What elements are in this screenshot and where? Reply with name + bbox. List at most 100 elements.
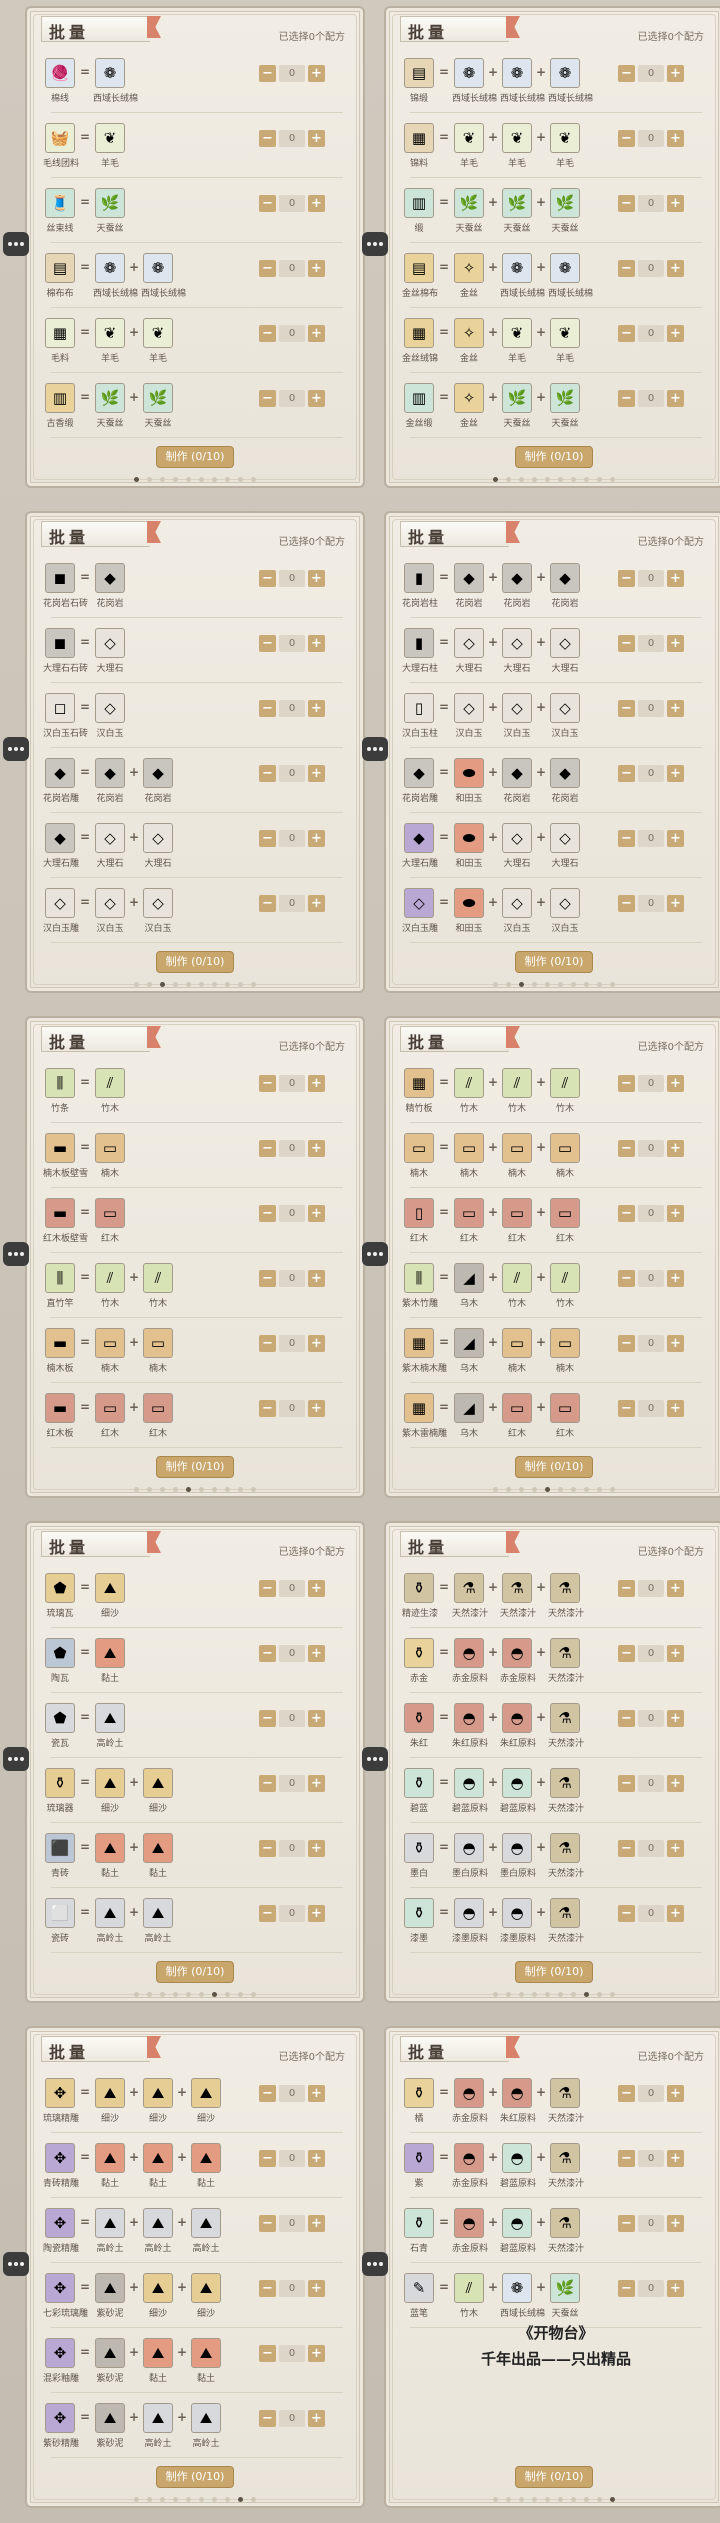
page-dot[interactable] — [558, 2497, 563, 2502]
recipe-row[interactable]: ▯ 汉白玉柱 = ◇ 汉白玉 + ◇ 汉白玉 + ◇ 汉白玉 −0 + — [402, 685, 708, 750]
input-item[interactable]: ◓ 漆墨原料 — [452, 1898, 488, 1944]
page-dot[interactable] — [238, 1992, 243, 1997]
input-item[interactable]: ◇ 汉白玉 — [452, 693, 486, 739]
minus-button[interactable]: − — [618, 1204, 635, 1222]
page-dot[interactable] — [571, 1992, 576, 1997]
recipe-row[interactable]: ▤ 锦缎 = ❁ 西域长绒棉 + ❁ 西域长绒棉 + ❁ 西域长绒棉 −0 + — [402, 50, 708, 115]
page-dot[interactable] — [584, 1992, 589, 1997]
recipe-row[interactable]: 🧵 丝束线 = 🌿 天蚕丝 −0 + — [43, 180, 349, 245]
make-button[interactable]: 制作 (0/10) — [156, 1961, 234, 1983]
recipe-row[interactable]: ▤ 棉布布 = ❁ 西域长绒棉 + ❁ 西域长绒棉 −0 + — [43, 245, 349, 310]
minus-button[interactable]: − — [259, 1074, 276, 1092]
input-item[interactable]: ◓ 赤金原料 — [500, 1638, 536, 1684]
input-item[interactable]: ⚗ 天然漆汁 — [548, 1833, 584, 1879]
plus-button[interactable]: + — [667, 1774, 684, 1792]
input-item[interactable]: ⛰ 细沙 — [93, 1573, 127, 1619]
plus-button[interactable]: + — [308, 569, 325, 587]
output-item[interactable]: ⬟ 琉璃瓦 — [43, 1573, 77, 1619]
plus-button[interactable]: + — [308, 699, 325, 717]
input-item[interactable]: ⫽ 竹木 — [500, 1263, 534, 1309]
recipe-row[interactable]: ◼ 大理石石砖 = ◇ 大理石 −0 + — [43, 620, 349, 685]
chat-bubble-icon[interactable] — [3, 1242, 29, 1266]
minus-button[interactable]: − — [259, 829, 276, 847]
input-item[interactable]: ◇ 大理石 — [93, 823, 127, 869]
output-item[interactable]: ▭ 楠木 — [402, 1133, 436, 1179]
input-item[interactable]: ◓ 赤金原料 — [452, 2143, 488, 2189]
minus-button[interactable]: − — [259, 894, 276, 912]
page-dot[interactable] — [493, 982, 498, 987]
page-dot[interactable] — [186, 982, 191, 987]
recipe-row[interactable]: ⚱ 紫 = ◓ 赤金原料 + ◓ 碧蓝原料 + ⚗ 天然漆汁 −0 + — [402, 2135, 708, 2200]
minus-button[interactable]: − — [259, 1839, 276, 1857]
input-item[interactable]: ◇ 汉白玉 — [141, 888, 175, 934]
input-item[interactable]: 🌿 天蚕丝 — [141, 383, 175, 429]
page-dot[interactable] — [610, 1992, 615, 1997]
minus-button[interactable]: − — [259, 324, 276, 342]
input-item[interactable]: 🌿 天蚕丝 — [548, 2273, 582, 2319]
input-item[interactable]: ◓ 赤金原料 — [452, 2078, 488, 2124]
page-dot[interactable] — [147, 1992, 152, 1997]
minus-button[interactable]: − — [618, 1709, 635, 1727]
minus-button[interactable]: − — [259, 2084, 276, 2102]
plus-button[interactable]: + — [667, 2084, 684, 2102]
output-item[interactable]: ✥ 陶瓷精雕 — [43, 2208, 79, 2254]
minus-button[interactable]: − — [259, 1204, 276, 1222]
minus-button[interactable]: − — [618, 1839, 635, 1857]
page-dot[interactable] — [212, 1487, 217, 1492]
plus-button[interactable]: + — [667, 129, 684, 147]
recipe-row[interactable]: ▤ 金丝棉布 = ✧ 金丝 + ❁ 西域长绒棉 + ❁ 西域长绒棉 −0 + — [402, 245, 708, 310]
input-item[interactable]: ⚗ 天然漆汁 — [548, 2143, 584, 2189]
minus-button[interactable]: − — [259, 64, 276, 82]
chat-bubble-icon[interactable] — [362, 1242, 388, 1266]
input-item[interactable]: ◇ 大理石 — [548, 628, 582, 674]
plus-button[interactable]: + — [308, 2344, 325, 2362]
input-item[interactable]: ❁ 西域长绒棉 — [141, 253, 186, 299]
input-item[interactable]: ⫽ 竹木 — [452, 2273, 486, 2319]
input-item[interactable]: 🌿 天蚕丝 — [548, 383, 582, 429]
input-item[interactable]: ◆ 花岗岩 — [93, 758, 127, 804]
output-item[interactable]: ◆ 大理石雕 — [43, 823, 79, 869]
output-item[interactable]: ▦ 毛料 — [43, 318, 77, 364]
input-item[interactable]: ⛰ 细沙 — [141, 2078, 175, 2124]
input-item[interactable]: ⛰ 黏土 — [141, 1833, 175, 1879]
output-item[interactable]: ▦ 金丝绒锦 — [402, 318, 438, 364]
input-item[interactable]: ◇ 汉白玉 — [548, 693, 582, 739]
input-item[interactable]: ⛰ 黏土 — [93, 1833, 127, 1879]
minus-button[interactable]: − — [618, 1399, 635, 1417]
input-item[interactable]: ⫽ 竹木 — [548, 1068, 582, 1114]
minus-button[interactable]: − — [618, 194, 635, 212]
plus-button[interactable]: + — [667, 1139, 684, 1157]
recipe-row[interactable]: ⬛ 青砖 = ⛰ 黏土 + ⛰ 黏土 −0 + — [43, 1825, 349, 1890]
output-item[interactable]: ✥ 混彩釉雕 — [43, 2338, 79, 2384]
output-item[interactable]: ◼ 大理石石砖 — [43, 628, 88, 674]
input-item[interactable]: ◓ 朱红原料 — [500, 2078, 536, 2124]
input-item[interactable]: ⫽ 竹木 — [93, 1263, 127, 1309]
minus-button[interactable]: − — [259, 569, 276, 587]
input-item[interactable]: 🌿 天蚕丝 — [500, 383, 534, 429]
input-item[interactable]: ⛰ 高岭土 — [93, 2208, 127, 2254]
recipe-row[interactable]: ✥ 青砖精雕 = ⛰ 黏土 + ⛰ 黏土 + ⛰ 黏土 −0 + — [43, 2135, 349, 2200]
make-button[interactable]: 制作 (0/10) — [515, 951, 593, 973]
input-item[interactable]: ◆ 花岗岩 — [500, 563, 534, 609]
plus-button[interactable]: + — [667, 1269, 684, 1287]
input-item[interactable]: ⫽ 竹木 — [500, 1068, 534, 1114]
plus-button[interactable]: + — [308, 1709, 325, 1727]
input-item[interactable]: ◓ 碧蓝原料 — [500, 2208, 536, 2254]
input-item[interactable]: ◇ 大理石 — [500, 823, 534, 869]
input-item[interactable]: ⛰ 细沙 — [141, 2273, 175, 2319]
input-item[interactable]: ⛰ 黏土 — [189, 2143, 223, 2189]
recipe-row[interactable]: ▥ 金丝缎 = ✧ 金丝 + 🌿 天蚕丝 + 🌿 天蚕丝 −0 + — [402, 375, 708, 440]
page-dot[interactable] — [160, 1992, 165, 1997]
input-item[interactable]: ▭ 红木 — [548, 1198, 582, 1244]
recipe-row[interactable]: ▯ 红木 = ▭ 红木 + ▭ 红木 + ▭ 红木 −0 + — [402, 1190, 708, 1255]
plus-button[interactable]: + — [308, 1334, 325, 1352]
make-button[interactable]: 制作 (0/10) — [515, 446, 593, 468]
minus-button[interactable]: − — [618, 764, 635, 782]
recipe-row[interactable]: ▬ 楠木板壁雪 = ▭ 楠木 −0 + — [43, 1125, 349, 1190]
plus-button[interactable]: + — [667, 194, 684, 212]
recipe-row[interactable]: ▥ 古香缎 = 🌿 天蚕丝 + 🌿 天蚕丝 −0 + — [43, 375, 349, 440]
plus-button[interactable]: + — [667, 1074, 684, 1092]
plus-button[interactable]: + — [308, 1399, 325, 1417]
plus-button[interactable]: + — [667, 2149, 684, 2167]
input-item[interactable]: ⛰ 紫砂泥 — [93, 2273, 127, 2319]
